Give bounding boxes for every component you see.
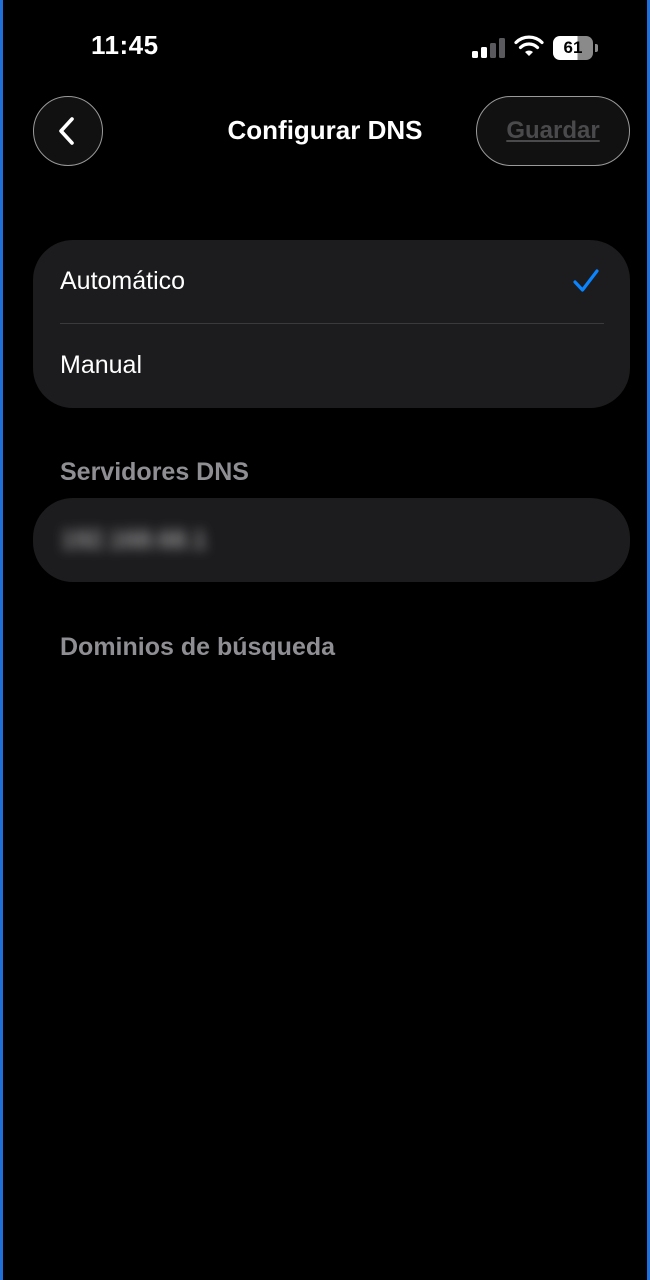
option-manual[interactable]: Manual bbox=[33, 324, 630, 408]
save-button[interactable]: Guardar bbox=[476, 96, 630, 166]
status-bar: 11:45 61 bbox=[3, 0, 647, 96]
battery-icon: 61 bbox=[553, 36, 599, 60]
dns-settings-screen: 11:45 61 Configurar DNS Guardar Automáti… bbox=[0, 0, 650, 1280]
dns-servers-header: Servidores DNS bbox=[60, 458, 249, 486]
search-domains-header: Dominios de búsqueda bbox=[60, 633, 336, 661]
cellular-signal-icon bbox=[472, 38, 505, 58]
option-manual-label: Manual bbox=[60, 351, 142, 379]
battery-tip bbox=[595, 44, 598, 52]
status-time: 11:45 bbox=[91, 30, 159, 60]
dns-server-field[interactable]: 192.168.68.1 bbox=[33, 498, 630, 582]
option-automatic[interactable]: Automático bbox=[33, 240, 630, 324]
option-automatic-label: Automático bbox=[60, 267, 186, 295]
wifi-icon bbox=[514, 35, 544, 56]
battery-level: 61 bbox=[563, 38, 583, 57]
checkmark-icon bbox=[573, 269, 599, 292]
dns-server-value: 192.168.68.1 bbox=[61, 526, 207, 554]
dns-mode-group: Automático Manual bbox=[33, 240, 630, 408]
